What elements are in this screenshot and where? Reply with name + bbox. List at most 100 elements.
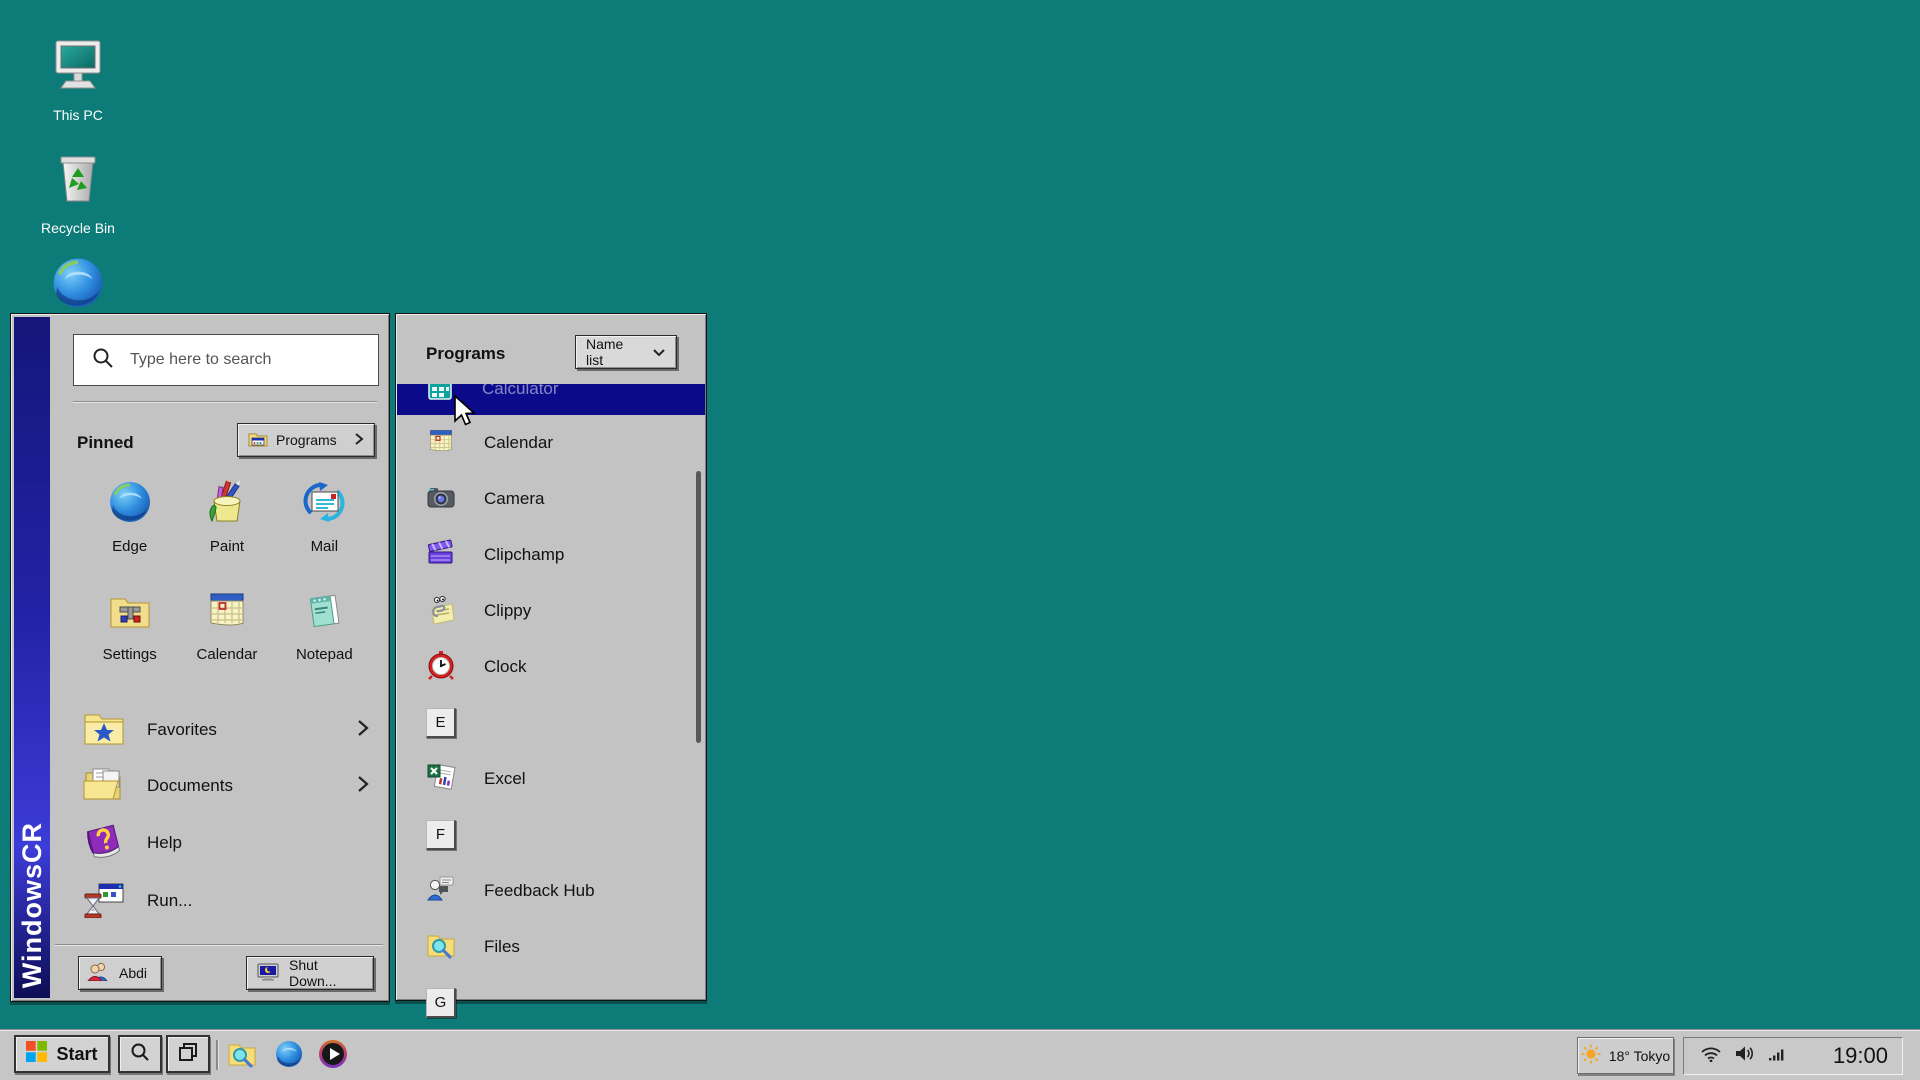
shutdown-button[interactable]: Shut Down...: [246, 956, 374, 990]
banner-text: WindowsCR: [17, 822, 48, 998]
search-input[interactable]: [130, 351, 360, 369]
sun-icon: [1581, 1044, 1601, 1067]
letter-key: F: [426, 820, 456, 850]
sort-dropdown-value: Name list: [586, 336, 644, 368]
program-item-label: Feedback Hub: [484, 881, 595, 901]
program-section-f[interactable]: F: [396, 807, 698, 863]
chevron-down-icon: [652, 344, 666, 360]
cellular-signal-icon: [1768, 1047, 1786, 1066]
search-box[interactable]: [73, 334, 379, 386]
paint-bucket-icon: [204, 479, 250, 530]
menu-item-help[interactable]: Help: [83, 817, 375, 869]
program-item-label: Clock: [484, 657, 527, 677]
program-item-label: Clipchamp: [484, 545, 564, 565]
calculator-icon: [426, 384, 454, 406]
chevron-right-icon: [357, 775, 369, 798]
notepad-icon: [301, 587, 347, 638]
programs-panel: Programs Name list Calculator: [395, 313, 707, 1001]
chevron-right-icon: [354, 432, 364, 449]
desktop-icon-recycle-bin[interactable]: Recycle Bin: [23, 153, 133, 236]
start-button[interactable]: Start: [14, 1035, 110, 1073]
desktop-icon-label: Recycle Bin: [41, 220, 115, 236]
calendar-icon: [204, 587, 250, 638]
task-view-button[interactable]: [166, 1035, 210, 1073]
taskbar-app-files[interactable]: [225, 1039, 259, 1073]
programs-button-label: Programs: [276, 432, 337, 448]
menu-item-run[interactable]: Run...: [83, 875, 375, 927]
user-button[interactable]: Abdi: [78, 956, 162, 990]
pinned-app-label: Notepad: [296, 646, 353, 663]
excel-icon: [426, 762, 456, 797]
programs-button[interactable]: Programs: [237, 423, 375, 457]
taskbar-separator: [216, 1040, 218, 1070]
pinned-app-paint[interactable]: Paint: [178, 479, 275, 567]
taskbar-app-edge[interactable]: [272, 1039, 306, 1073]
pinned-app-notepad[interactable]: Notepad: [276, 587, 373, 675]
menu-item-label: Documents: [147, 776, 233, 796]
taskbar: Start: [0, 1029, 1920, 1080]
program-item-camera[interactable]: Camera: [396, 471, 698, 527]
program-section-g[interactable]: G: [396, 975, 698, 1031]
start-button-label: Start: [56, 1044, 97, 1065]
mail-icon: [301, 479, 347, 530]
desktop-icon-this-pc[interactable]: This PC: [23, 38, 133, 123]
program-item-label: Files: [484, 937, 520, 957]
user-button-label: Abdi: [119, 965, 147, 981]
program-item-files[interactable]: Files: [396, 919, 698, 975]
desktop-icon-edge-partial[interactable]: [23, 255, 133, 316]
program-item-feedback-hub[interactable]: Feedback Hub: [396, 863, 698, 919]
program-item-selected[interactable]: Calculator: [397, 384, 705, 415]
recycle-bin-icon: [55, 153, 101, 212]
program-item-clock[interactable]: Clock: [396, 639, 698, 695]
feedback-hub-icon: [426, 874, 456, 909]
search-icon: [130, 1042, 150, 1067]
computer-monitor-icon: [51, 38, 105, 99]
menu-item-favorites[interactable]: Favorites: [83, 704, 375, 756]
files-search-icon: [227, 1039, 257, 1074]
pinned-heading: Pinned: [77, 433, 134, 453]
camera-icon: [426, 482, 456, 517]
taskbar-search-button[interactable]: [118, 1035, 162, 1073]
start-menu-content: Pinned Programs: [51, 314, 389, 1001]
menu-item-documents[interactable]: Documents: [83, 760, 375, 812]
divider: [73, 401, 377, 402]
program-item-excel[interactable]: Excel: [396, 751, 698, 807]
letter-key: G: [426, 988, 456, 1018]
program-item-label: Calculator: [482, 384, 559, 399]
pinned-app-settings[interactable]: Settings: [81, 587, 178, 675]
run-icon: [83, 880, 125, 923]
settings-folder-icon: [107, 587, 153, 638]
weather-widget[interactable]: 18° Tokyo: [1577, 1037, 1674, 1074]
clippy-icon: [426, 594, 456, 629]
sort-dropdown[interactable]: Name list: [575, 335, 677, 369]
system-tray[interactable]: 19:00: [1683, 1037, 1903, 1075]
files-search-icon: [426, 930, 456, 965]
clipchamp-icon: [426, 538, 456, 573]
programs-folder-icon: [248, 431, 268, 450]
start-menu-banner: WindowsCR: [14, 317, 50, 998]
pinned-app-label: Calendar: [197, 646, 258, 663]
program-item-clipchamp[interactable]: Clipchamp: [396, 527, 698, 583]
edge-icon: [274, 1039, 304, 1074]
edge-icon: [50, 255, 106, 316]
pinned-app-label: Paint: [210, 538, 244, 555]
documents-folder-icon: [83, 765, 125, 808]
chevron-right-icon: [357, 719, 369, 742]
scrollbar-thumb[interactable]: [696, 471, 701, 743]
desktop-icon-label: This PC: [53, 107, 103, 123]
edge-icon: [107, 479, 153, 530]
pinned-app-edge[interactable]: Edge: [81, 479, 178, 567]
program-item-calendar[interactable]: Calendar: [396, 415, 698, 471]
pinned-apps-grid: Edge: [81, 479, 373, 675]
program-item-clippy[interactable]: Clippy: [396, 583, 698, 639]
media-player-icon: [318, 1039, 348, 1074]
letter-key-label: E: [435, 714, 445, 731]
pinned-app-calendar[interactable]: Calendar: [178, 587, 275, 675]
divider: [55, 944, 383, 945]
menu-item-label: Help: [147, 833, 182, 853]
program-section-e[interactable]: E: [396, 695, 698, 751]
users-icon: [87, 962, 111, 984]
taskbar-app-media-player[interactable]: [316, 1039, 350, 1073]
letter-key-label: F: [436, 826, 445, 843]
pinned-app-mail[interactable]: Mail: [276, 479, 373, 567]
